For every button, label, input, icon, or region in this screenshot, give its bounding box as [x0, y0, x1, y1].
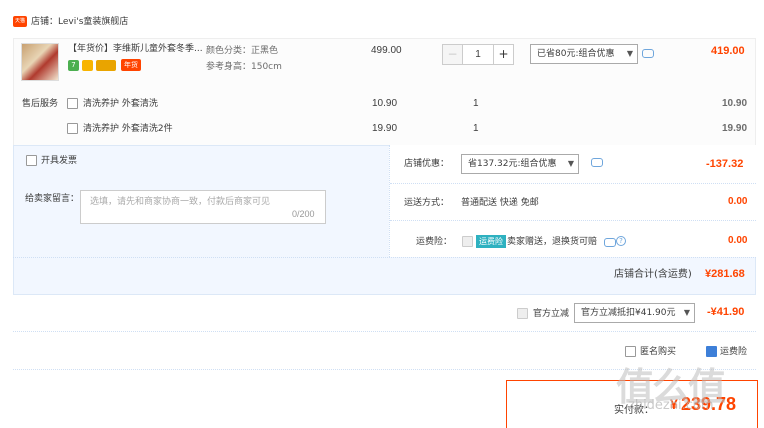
divider — [390, 220, 756, 221]
quantity-input[interactable]: 1 — [463, 45, 493, 64]
watermark-url: zhidezhi.com — [628, 398, 714, 413]
official-discount-select-value: 官方立减抵扣¥41.90元 — [581, 308, 676, 318]
quantity-decrease-button[interactable]: − — [443, 45, 463, 64]
help-icon[interactable]: ? — [616, 236, 626, 246]
shop-discount-amount: -137.32 — [706, 158, 744, 170]
message-placeholder: 选填，请先和商家协商一致，付款后商家可见 — [90, 197, 271, 207]
divider — [13, 257, 756, 258]
nianhuo-badge: 年货 — [121, 59, 141, 71]
item-thumbnail[interactable] — [21, 43, 59, 81]
item-total-price: 419.00 — [711, 45, 745, 57]
shop-total-label: 店铺合计(含运费) — [614, 269, 692, 280]
service-label: 清洗养护 外套清洗 — [83, 99, 158, 109]
shipping-insurance-checkbox[interactable] — [462, 236, 473, 247]
insurance-pay-label: 运费险 — [720, 347, 748, 357]
divider — [390, 183, 756, 184]
chevron-down-icon: ▼ — [683, 308, 690, 317]
service-checkbox[interactable] — [67, 123, 78, 134]
coin-icon — [82, 60, 93, 71]
chevron-down-icon: ▼ — [626, 49, 633, 58]
service-price: 10.90 — [372, 98, 398, 109]
official-discount-label: 官方立减 — [533, 309, 570, 319]
item-color-spec: 颜色分类：正黑色 — [206, 46, 279, 56]
delivery-label: 运送方式： — [404, 198, 450, 208]
delivery-method: 普通配送 快递 免邮 — [461, 198, 539, 208]
chat-icon[interactable] — [642, 49, 654, 58]
shop-discount-label: 店铺优惠： — [404, 159, 450, 169]
item-discount-select-value: 已省80元:组合优惠 — [537, 49, 615, 59]
service-qty: 1 — [473, 123, 479, 134]
shipping-insurance-label: 运费险： — [416, 237, 453, 247]
service-checkbox[interactable] — [67, 98, 78, 109]
quantity-increase-button[interactable]: + — [493, 45, 513, 64]
credit-card-icon — [96, 60, 116, 71]
official-discount-amount: -¥41.90 — [707, 306, 745, 318]
invoice-checkbox[interactable] — [26, 155, 37, 166]
aftersale-label: 售后服务 — [22, 99, 59, 109]
item-title-link[interactable]: 【年货价】李维斯儿童外套冬季... — [68, 43, 202, 56]
shipping-insurance-fee: 0.00 — [728, 235, 748, 246]
shipping-insurance-badge: 运费险 — [476, 235, 506, 248]
shipping-insurance-text: 卖家赠送，退换货可赔 — [507, 237, 598, 247]
shop-discount-select-value: 省137.32元:组合优惠 — [468, 159, 557, 169]
item-size-spec: 参考身高：150cm — [206, 62, 282, 72]
shop-name-link[interactable]: 店铺：Levi's童装旗舰店 — [31, 16, 128, 28]
chevron-down-icon: ▼ — [567, 159, 574, 168]
shop-total-amount: ¥281.68 — [705, 268, 745, 280]
message-label: 给卖家留言： — [25, 194, 80, 204]
item-unit-price: 499.00 — [371, 45, 402, 56]
divider — [13, 331, 756, 332]
official-discount-checkbox[interactable] — [517, 308, 528, 319]
shop-discount-select[interactable]: 省137.32元:组合优惠 ▼ — [461, 154, 579, 174]
message-char-count: 0/200 — [292, 209, 315, 219]
quantity-stepper: − 1 + — [442, 44, 514, 65]
service-label: 清洗养护 外套清洗2件 — [83, 124, 173, 134]
chat-icon[interactable] — [604, 238, 616, 247]
tmall-badge: 天猫 — [13, 16, 27, 27]
service-total: 10.90 — [722, 98, 748, 109]
invoice-label: 开具发票 — [41, 156, 78, 166]
service-total: 19.90 — [722, 123, 748, 134]
service-price: 19.90 — [372, 123, 398, 134]
item-discount-select[interactable]: 已省80元:组合优惠 ▼ — [530, 44, 638, 64]
seven-day-return-icon: 7 — [68, 60, 79, 71]
chat-icon[interactable] — [591, 158, 603, 167]
service-qty: 1 — [473, 98, 479, 109]
official-discount-select[interactable]: 官方立减抵扣¥41.90元 ▼ — [574, 303, 695, 323]
delivery-fee: 0.00 — [728, 196, 748, 207]
